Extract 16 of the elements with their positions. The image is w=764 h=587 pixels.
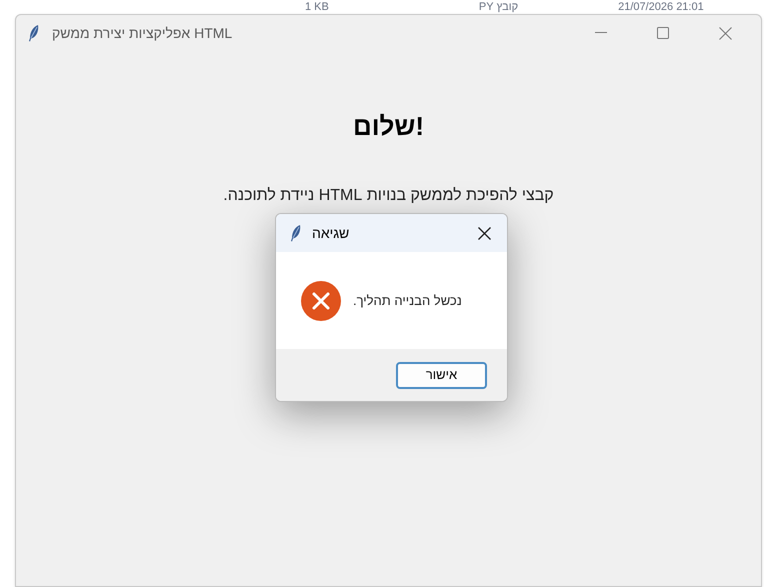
close-icon [478, 226, 490, 240]
heading: !שלום [352, 110, 424, 143]
feather-icon [290, 224, 302, 242]
error-message: נכשל הבנייה תהליך. [353, 292, 462, 310]
feather-icon [28, 24, 40, 42]
error-icon [301, 280, 341, 320]
ok-button[interactable]: אישור [396, 362, 487, 388]
file-size: 1 KB [305, 2, 329, 12]
window-title: HTML אפליקציות יצירת ממשק [52, 24, 232, 43]
file-date: 21/07/2026 21:01 [618, 2, 704, 12]
maximize-icon [657, 27, 669, 39]
file-type: קובץ PY [478, 2, 518, 12]
minimize-icon [595, 32, 607, 34]
close-icon [718, 26, 732, 40]
dialog-title: שגיאה [312, 224, 350, 242]
description: קבצי להפיכת לממשק בנויות HTML ניידת לתוכנה. [223, 186, 554, 206]
